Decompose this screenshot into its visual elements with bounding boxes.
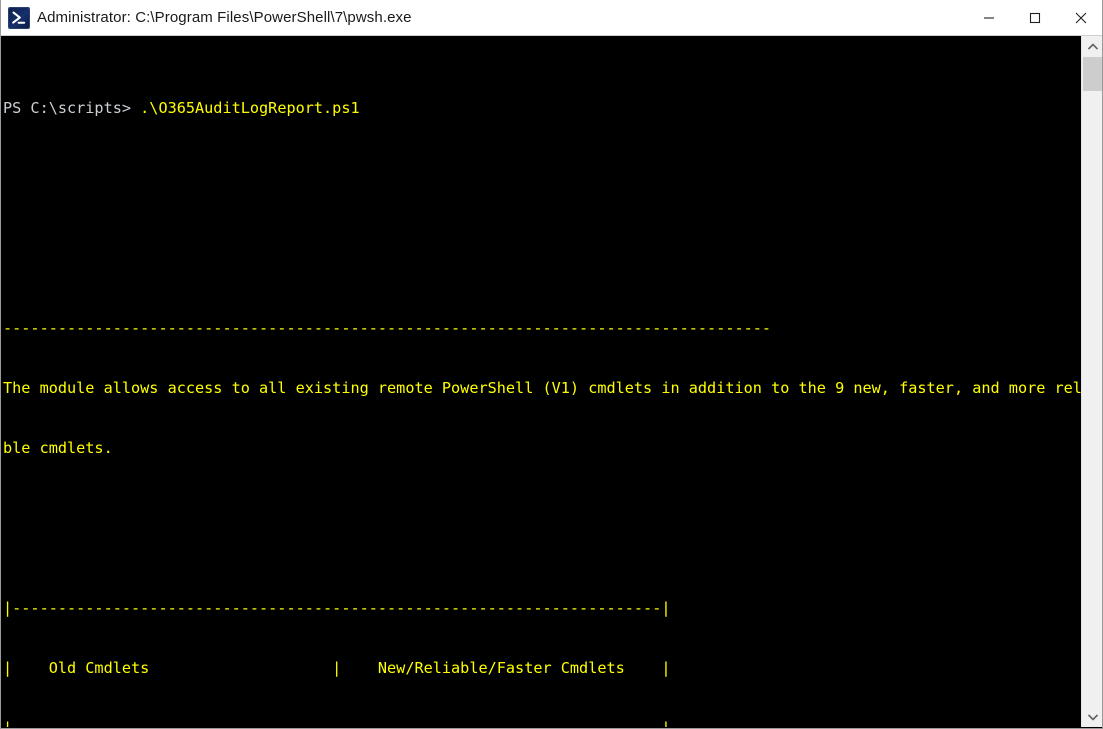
command-text: .\O365AuditLogReport.ps1: [131, 99, 360, 117]
console-buffer: PS C:\scripts> .\O365AuditLogReport.ps1 …: [1, 36, 1083, 727]
intro-line-2: ble cmdlets.: [3, 439, 113, 457]
scrollbar-track[interactable]: [1082, 56, 1102, 707]
console-window: Administrator: C:\Program Files\PowerShe…: [0, 0, 1103, 729]
scrollbar-thumb[interactable]: [1083, 57, 1102, 91]
intro-line-1: The module allows access to all existing…: [3, 379, 1083, 397]
table-header-divider: |---------------------------------------…: [3, 718, 1083, 727]
separator-top: ----------------------------------------…: [3, 319, 772, 337]
powershell-icon: [9, 7, 29, 28]
maximize-button[interactable]: [1012, 0, 1058, 36]
prompt-text: PS C:\scripts>: [3, 99, 132, 117]
title-bar[interactable]: Administrator: C:\Program Files\PowerShe…: [1, 0, 1102, 36]
table-top-border: |---------------------------------------…: [3, 599, 671, 617]
close-button[interactable]: [1058, 0, 1102, 36]
window-title: Administrator: C:\Program Files\PowerShe…: [37, 9, 412, 26]
table-header-row: | Old Cmdlets | New/Reliable/Faster Cmdl…: [3, 659, 671, 677]
console-output-area[interactable]: PS C:\scripts> .\O365AuditLogReport.ps1 …: [1, 36, 1083, 727]
vertical-scrollbar[interactable]: [1081, 36, 1102, 727]
prompt-line: PS C:\scripts> .\O365AuditLogReport.ps1: [3, 98, 1083, 118]
scroll-down-arrow-icon[interactable]: [1082, 707, 1102, 727]
minimize-button[interactable]: [966, 0, 1012, 36]
scroll-up-arrow-icon[interactable]: [1082, 36, 1102, 56]
